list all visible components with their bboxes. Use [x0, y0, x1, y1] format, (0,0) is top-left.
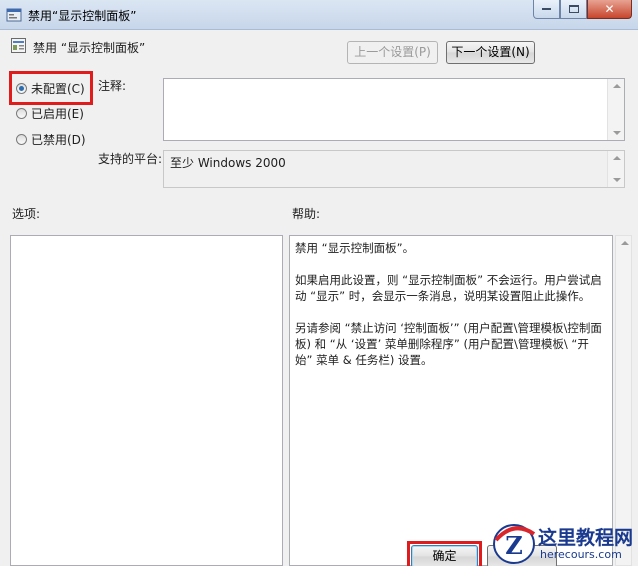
previous-setting-button[interactable]: 上一个设置(P) — [347, 41, 438, 64]
options-panel — [10, 235, 283, 566]
not-configured-radio[interactable]: 未配置(C) — [16, 80, 85, 96]
radio-label: 未配置(C) — [31, 81, 85, 96]
platform-label: 支持的平台: — [98, 152, 163, 166]
help-text: 禁用 “显示控制面板”。 如果启用此设置，则 “显示控制面板” 不会运行。用户尝… — [295, 240, 604, 384]
radio-checked-indicator — [16, 82, 27, 94]
svg-text:Z: Z — [505, 531, 523, 560]
platform-field: 至少 Windows 2000 — [163, 150, 625, 188]
radio-indicator — [16, 107, 27, 119]
platform-scrollbar[interactable] — [607, 151, 624, 187]
watermark-url: herecours.com — [540, 548, 622, 561]
help-scrollbar[interactable] — [615, 235, 632, 566]
next-setting-button[interactable]: 下一个设置(N) — [446, 41, 535, 64]
title-bar: 禁用“显示控制面板” ✕ — [0, 0, 638, 30]
watermark: Z 这里教程网 herecours.com — [492, 520, 638, 566]
enabled-radio[interactable]: 已启用(E) — [16, 105, 84, 121]
window-icon — [6, 8, 22, 22]
site-logo-icon: Z — [493, 524, 536, 564]
setting-title: 禁用 “显示控制面板” — [33, 41, 146, 55]
radio-label: 已禁用(D) — [31, 132, 86, 147]
maximize-icon — [568, 5, 579, 13]
scroll-up-icon — [613, 156, 621, 160]
comment-label: 注释: — [98, 79, 127, 93]
close-icon: ✕ — [604, 2, 615, 16]
scroll-down-icon — [613, 178, 621, 182]
help-label: 帮助: — [292, 207, 321, 221]
comment-scrollbar[interactable] — [607, 79, 624, 140]
radio-label: 已启用(E) — [31, 106, 84, 121]
help-paragraph: 禁用 “显示控制面板”。 — [295, 241, 415, 255]
disabled-radio[interactable]: 已禁用(D) — [16, 131, 86, 147]
help-paragraph: 如果启用此设置，则 “显示控制面板” 不会运行。用户尝试启动 “显示” 时，会显… — [295, 273, 602, 303]
scroll-up-icon — [621, 241, 629, 245]
watermark-title: 这里教程网 — [538, 527, 634, 549]
policy-setting-icon — [11, 38, 26, 53]
radio-indicator — [16, 133, 27, 145]
minimize-button[interactable] — [533, 0, 560, 19]
scroll-down-icon — [613, 131, 621, 135]
maximize-button[interactable] — [560, 0, 587, 19]
options-label: 选项: — [12, 207, 41, 221]
scroll-up-icon — [613, 84, 621, 88]
help-paragraph: 另请参阅 “禁止访问 ‘控制面板’” (用户配置\管理模板\控制面板) 和 “从… — [295, 321, 602, 367]
ok-button[interactable]: 确定 — [411, 545, 478, 566]
platform-value: 至少 Windows 2000 — [170, 156, 286, 170]
minimize-icon — [542, 8, 551, 10]
window-title: 禁用“显示控制面板” — [28, 9, 137, 23]
help-panel: 禁用 “显示控制面板”。 如果启用此设置，则 “显示控制面板” 不会运行。用户尝… — [289, 235, 613, 566]
comment-textarea[interactable] — [163, 78, 625, 141]
close-button[interactable]: ✕ — [587, 0, 632, 19]
